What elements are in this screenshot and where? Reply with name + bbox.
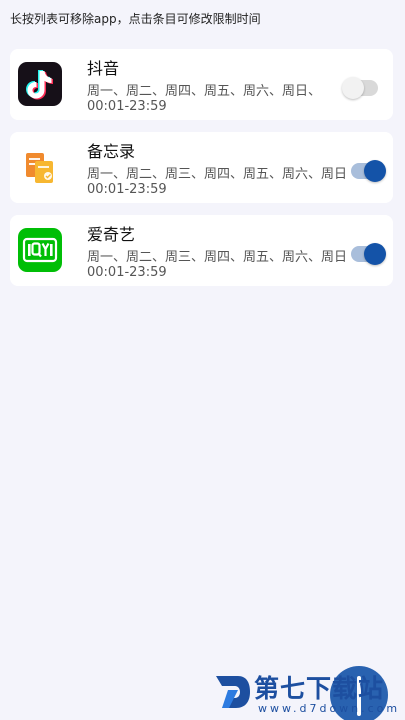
iqiyi-logo-icon [18,228,62,272]
enable-toggle[interactable] [351,160,386,182]
notes-icon [18,145,62,189]
douyin-logo-icon [18,62,62,106]
app-days: 周一、周二、周四、周五、周六、周日、 [87,84,322,99]
watermark-url: www.d7down.com [258,702,401,715]
app-days: 周一、周二、周三、周四、周五、周六、周日 [87,167,348,182]
app-name: 抖音 [87,59,120,78]
toggle-knob [364,243,386,265]
app-name: 备忘录 [87,142,136,161]
app-days: 周一、周二、周三、周四、周五、周六、周日 [87,250,348,265]
app-item-iqiyi[interactable]: 爱奇艺 周一、周二、周三、周四、周五、周六、周日 00:01-23:59 [10,215,393,286]
app-name: 爱奇艺 [87,225,136,244]
app-time-range: 00:01-23:59 [87,265,167,280]
enable-toggle[interactable] [351,243,386,265]
app-time-range: 00:01-23:59 [87,99,167,114]
app-item-notes[interactable]: 备忘录 周一、周二、周三、周四、周五、周六、周日 00:01-23:59 [10,132,393,203]
watermark-title: 第七下载站 [254,674,385,703]
app-item-douyin[interactable]: 抖音 周一、周二、周四、周五、周六、周日、 00:01-23:59 [10,49,393,120]
screen: 长按列表可移除app，点击条目可修改限制时间 抖音 周一、周二、周四、周五、周六… [0,0,405,720]
app-time-range: 00:01-23:59 [87,182,167,197]
toggle-knob [364,160,386,182]
enable-toggle[interactable] [342,77,378,99]
instruction-text: 长按列表可移除app，点击条目可修改限制时间 [10,12,261,26]
toggle-knob [342,77,364,99]
site-watermark: 第七下载站 www.d7down.com [212,666,402,718]
d7down-logo-icon [216,676,250,708]
